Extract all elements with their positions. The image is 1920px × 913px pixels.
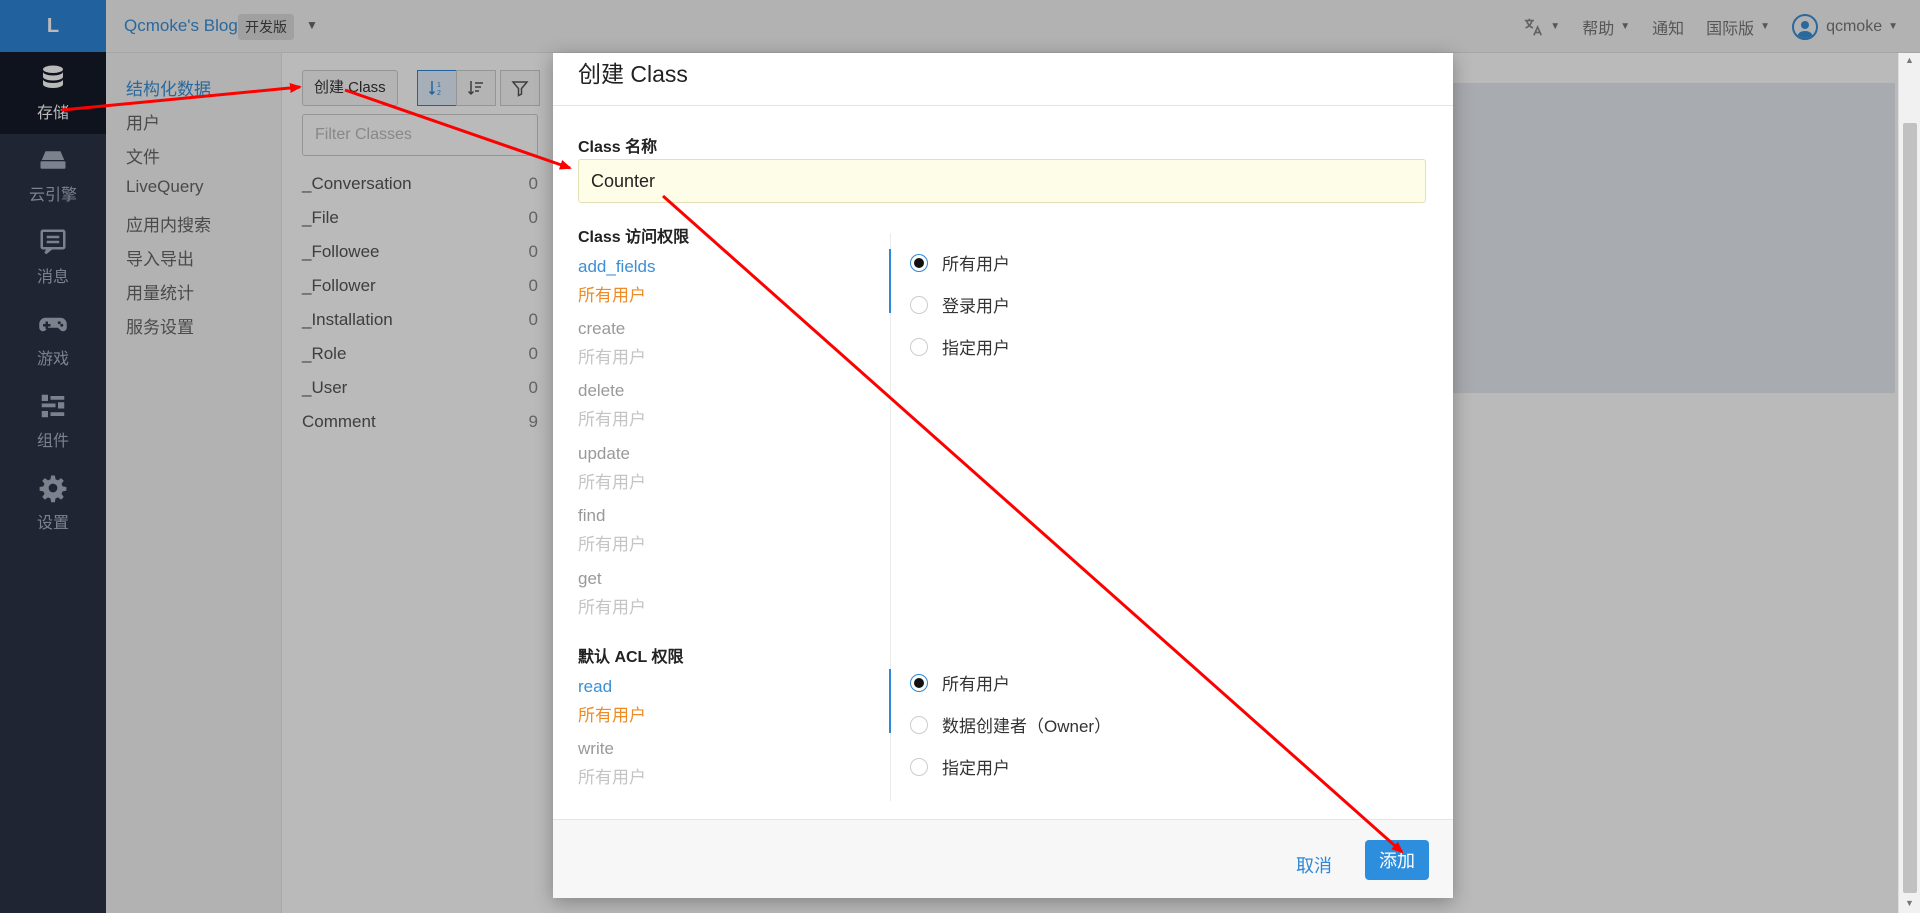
perm-read[interactable]: read <box>578 677 612 697</box>
add-button[interactable]: 添加 <box>1365 840 1429 880</box>
active-perm-indicator <box>889 669 891 733</box>
scroll-thumb[interactable] <box>1903 123 1917 893</box>
radio-access-specific[interactable]: 指定用户 <box>910 334 1010 359</box>
perm-value: 所有用户 <box>578 535 646 554</box>
perm-value: 所有用户 <box>578 286 646 305</box>
radio-dot <box>910 673 928 692</box>
scroll-down-icon[interactable]: ▼ <box>1905 898 1914 908</box>
modal-title: 创建 Class <box>578 61 688 87</box>
perm-value: 所有用户 <box>578 706 646 725</box>
active-perm-indicator <box>889 249 891 313</box>
radio-dot <box>910 715 928 734</box>
perm-write[interactable]: write <box>578 739 614 759</box>
perm-value: 所有用户 <box>578 348 646 367</box>
class-name-label: Class 名称 <box>578 139 658 156</box>
perm-get[interactable]: get <box>578 569 602 589</box>
perm-value: 所有用户 <box>578 768 646 787</box>
radio-acl-all-users[interactable]: 所有用户 <box>910 670 1010 695</box>
scroll-up-icon[interactable]: ▲ <box>1905 55 1914 65</box>
perm-value: 所有用户 <box>578 473 646 492</box>
radio-access-all-users[interactable]: 所有用户 <box>910 250 1010 275</box>
radio-access-logged-in[interactable]: 登录用户 <box>910 292 1010 317</box>
create-class-modal: 创建 Class Class 名称 Class 访问权限 add_fields … <box>553 53 1453 898</box>
radio-dot <box>910 337 928 356</box>
cancel-button[interactable]: 取消 <box>1296 852 1332 878</box>
divider <box>553 105 1453 106</box>
modal-footer: 取消 添加 <box>553 819 1453 898</box>
perm-update[interactable]: update <box>578 444 630 464</box>
perm-delete[interactable]: delete <box>578 381 624 401</box>
radio-dot <box>910 757 928 776</box>
radio-dot <box>910 253 928 272</box>
page-scrollbar[interactable]: ▲ ▼ <box>1898 53 1920 913</box>
perm-value: 所有用户 <box>578 410 646 429</box>
perm-value: 所有用户 <box>578 598 646 617</box>
class-name-input[interactable] <box>578 159 1426 203</box>
perm-find[interactable]: find <box>578 506 605 526</box>
perm-create[interactable]: create <box>578 319 625 339</box>
class-access-label: Class 访问权限 <box>578 229 690 246</box>
perm-add-fields[interactable]: add_fields <box>578 257 656 277</box>
default-acl-label: 默认 ACL 权限 <box>578 649 684 666</box>
radio-acl-owner[interactable]: 数据创建者（Owner） <box>910 712 1111 737</box>
radio-acl-specific[interactable]: 指定用户 <box>910 754 1010 779</box>
radio-dot <box>910 295 928 314</box>
